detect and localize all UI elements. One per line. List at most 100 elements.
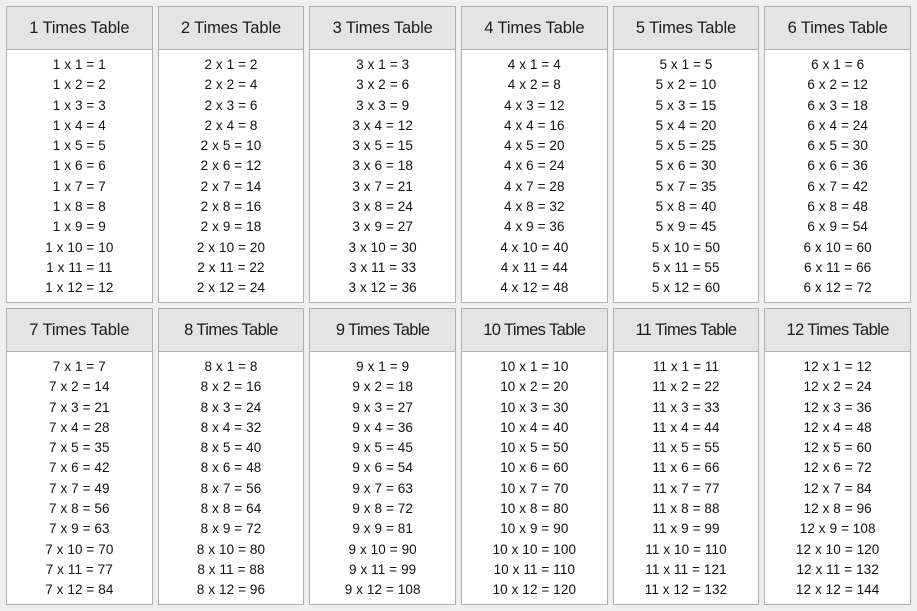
table-row: 6 x 10 = 60 xyxy=(803,239,872,255)
table-row: 6 x 12 = 72 xyxy=(803,280,872,296)
table-row: 2 x 2 = 4 xyxy=(204,77,258,93)
table-row: 5 x 5 = 25 xyxy=(655,138,717,154)
table-row: 4 x 11 = 44 xyxy=(500,259,568,275)
table-row: 2 x 11 = 22 xyxy=(197,259,265,275)
table-row: 1 x 9 = 9 xyxy=(52,219,106,235)
table-row: 6 x 2 = 12 xyxy=(807,77,868,93)
card-header-title: 2 Times Table xyxy=(180,18,282,37)
table-row: 9 x 12 = 108 xyxy=(344,582,421,598)
table-row: 3 x 10 = 30 xyxy=(348,239,417,255)
times-table-8: 8 Times Table 8 x 1 = 8 8 x 2 = 16 8 x 3 = … xyxy=(157,308,305,605)
table-row: 7 x 12 = 84 xyxy=(45,582,114,598)
table-row: 12 x 8 = 96 xyxy=(803,501,872,517)
table-row: 3 x 3 = 9 xyxy=(356,97,410,113)
table-row: 9 x 1 = 9 xyxy=(356,359,410,374)
table-row: 1 x 7 = 7 xyxy=(52,178,106,194)
table-row: 10 x 6 = 60 xyxy=(500,460,569,476)
table-row: 12 x 10 = 120 xyxy=(795,541,880,557)
table-row: 5 x 8 = 40 xyxy=(655,199,717,215)
card-header: 11 Times Table xyxy=(613,309,759,352)
table-row: 11 x 12 = 132 xyxy=(644,582,728,598)
table-row: 8 x 7 = 56 xyxy=(200,480,262,496)
table-row: 11 x 2 = 22 xyxy=(652,379,720,395)
table-row: 1 x 6 = 6 xyxy=(52,158,106,174)
table-row: 10 x 4 = 40 xyxy=(500,419,569,435)
table-row: 6 x 6 = 36 xyxy=(807,158,868,174)
card-header-title: 9 Times Table xyxy=(335,320,430,339)
times-table-1: 1 Times Table 1 x 1 = 1 1 x 2 = 2 1 x 3 = 3… xyxy=(6,6,153,303)
table-row: 10 x 2 = 20 xyxy=(500,379,569,395)
card-header: 8 Times Table xyxy=(158,309,304,352)
card-header-title: 1 Times Table xyxy=(29,18,130,37)
table-row: 3 x 12 = 36 xyxy=(348,280,417,296)
table-row: 4 x 7 = 28 xyxy=(503,178,565,194)
card-header-title: 10 Times Table xyxy=(483,320,586,339)
card-header: 12 Times Table xyxy=(765,309,910,352)
table-row: 8 x 2 = 16 xyxy=(200,379,262,395)
table-row: 2 x 8 = 16 xyxy=(200,199,262,215)
table-row: 2 x 1 = 2 xyxy=(204,57,258,72)
table-row: 12 x 11 = 132 xyxy=(796,561,879,577)
table-row: 7 x 2 = 14 xyxy=(48,379,110,395)
table-row: 11 x 8 = 88 xyxy=(652,501,720,517)
card-header-title: 7 Times Table xyxy=(29,320,130,339)
table-row: 4 x 10 = 40 xyxy=(500,239,569,255)
table-row: 7 x 4 = 28 xyxy=(48,419,110,435)
table-row: 11 x 10 = 110 xyxy=(645,541,727,557)
table-row: 6 x 3 = 18 xyxy=(807,97,868,113)
times-table-2: 2 Times Table 2 x 1 = 2 2 x 2 = 4 2 x 3 = 6… xyxy=(157,6,305,303)
times-table-3: 3 Times Table 3 x 1 = 3 3 x 2 = 6 3 x 3 = 9… xyxy=(309,6,456,303)
card-header-title: 11 Times Table xyxy=(635,320,737,339)
table-row: 2 x 6 = 12 xyxy=(200,158,262,174)
table-row: 9 x 2 = 18 xyxy=(352,379,413,395)
table-row: 3 x 9 = 27 xyxy=(352,219,413,235)
times-table-9: 9 Times Table 9 x 1 = 9 9 x 2 = 18 9 x 3 = … xyxy=(309,308,456,605)
table-row: 1 x 12 = 12 xyxy=(45,280,114,296)
card-body: 8 x 1 = 8 8 x 2 = 16 8 x 3 = 24 8 x 4 = 32 8… xyxy=(158,352,304,604)
table-row: 1 x 11 = 11 xyxy=(46,259,113,275)
table-row: 7 x 8 = 56 xyxy=(48,501,110,517)
card-body: 5 x 1 = 5 5 x 2 = 10 5 x 3 = 15 5 x 4 = 20 5… xyxy=(613,50,759,302)
table-row: 1 x 3 = 3 xyxy=(52,97,106,113)
table-row: 11 x 11 = 121 xyxy=(645,561,727,577)
table-row: 4 x 1 = 4 xyxy=(507,57,561,72)
table-row: 2 x 12 = 24 xyxy=(196,280,266,296)
table-row: 2 x 9 = 18 xyxy=(200,219,262,235)
card-body: 11 x 1 = 11 11 x 2 = 22 11 x 3 = 33 11 x 4 … xyxy=(613,352,759,604)
card-body: 2 x 1 = 2 2 x 2 = 4 2 x 3 = 6 2 x 4 = 8 2 x … xyxy=(158,50,304,302)
table-row: 5 x 4 = 20 xyxy=(655,117,717,133)
table-row: 5 x 9 = 45 xyxy=(655,219,717,235)
table-row: 11 x 5 = 55 xyxy=(652,440,720,456)
table-row: 3 x 1 = 3 xyxy=(356,57,410,72)
table-row: 9 x 11 = 99 xyxy=(349,561,417,577)
table-row: 9 x 3 = 27 xyxy=(352,399,413,415)
card-header-title: 8 Times Table xyxy=(184,320,278,339)
table-row: 6 x 11 = 66 xyxy=(804,259,872,275)
table-row: 6 x 1 = 6 xyxy=(811,57,865,72)
table-row: 3 x 11 = 33 xyxy=(349,259,417,275)
table-row: 10 x 7 = 70 xyxy=(500,480,569,496)
times-table-12: 12 Times Table 12 x 1 = 12 12 x 2 = 24 12 x… xyxy=(764,308,911,605)
table-row: 8 x 4 = 32 xyxy=(200,419,262,435)
table-row: 10 x 10 = 100 xyxy=(492,541,577,557)
table-row: 1 x 4 = 4 xyxy=(52,117,106,133)
table-row: 6 x 7 = 42 xyxy=(807,178,868,194)
table-row: 2 x 10 = 20 xyxy=(196,239,266,255)
table-row: 3 x 6 = 18 xyxy=(352,158,413,174)
table-row: 7 x 3 = 21 xyxy=(48,399,110,415)
table-row: 11 x 1 = 11 xyxy=(652,359,720,374)
table-row: 10 x 5 = 50 xyxy=(500,440,569,456)
table-row: 8 x 1 = 8 xyxy=(204,359,258,374)
table-row: 6 x 8 = 48 xyxy=(807,199,868,215)
table-row: 8 x 9 = 72 xyxy=(200,521,262,537)
times-table-6: 6 Times Table 6 x 1 = 6 6 x 2 = 12 6 x 3 = … xyxy=(764,6,911,303)
table-row: 7 x 6 = 42 xyxy=(48,460,110,476)
table-row: 5 x 6 = 30 xyxy=(655,158,717,174)
table-row: 8 x 3 = 24 xyxy=(200,399,262,415)
card-header-title: 6 Times Table xyxy=(787,18,888,37)
card-body: 12 x 1 = 12 12 x 2 = 24 12 x 3 = 36 12 x 4 … xyxy=(765,352,910,604)
card-header: 7 Times Table xyxy=(7,309,152,352)
table-row: 12 x 5 = 60 xyxy=(803,440,872,456)
table-row: 5 x 11 = 55 xyxy=(652,259,720,275)
table-row: 8 x 6 = 48 xyxy=(200,460,262,476)
